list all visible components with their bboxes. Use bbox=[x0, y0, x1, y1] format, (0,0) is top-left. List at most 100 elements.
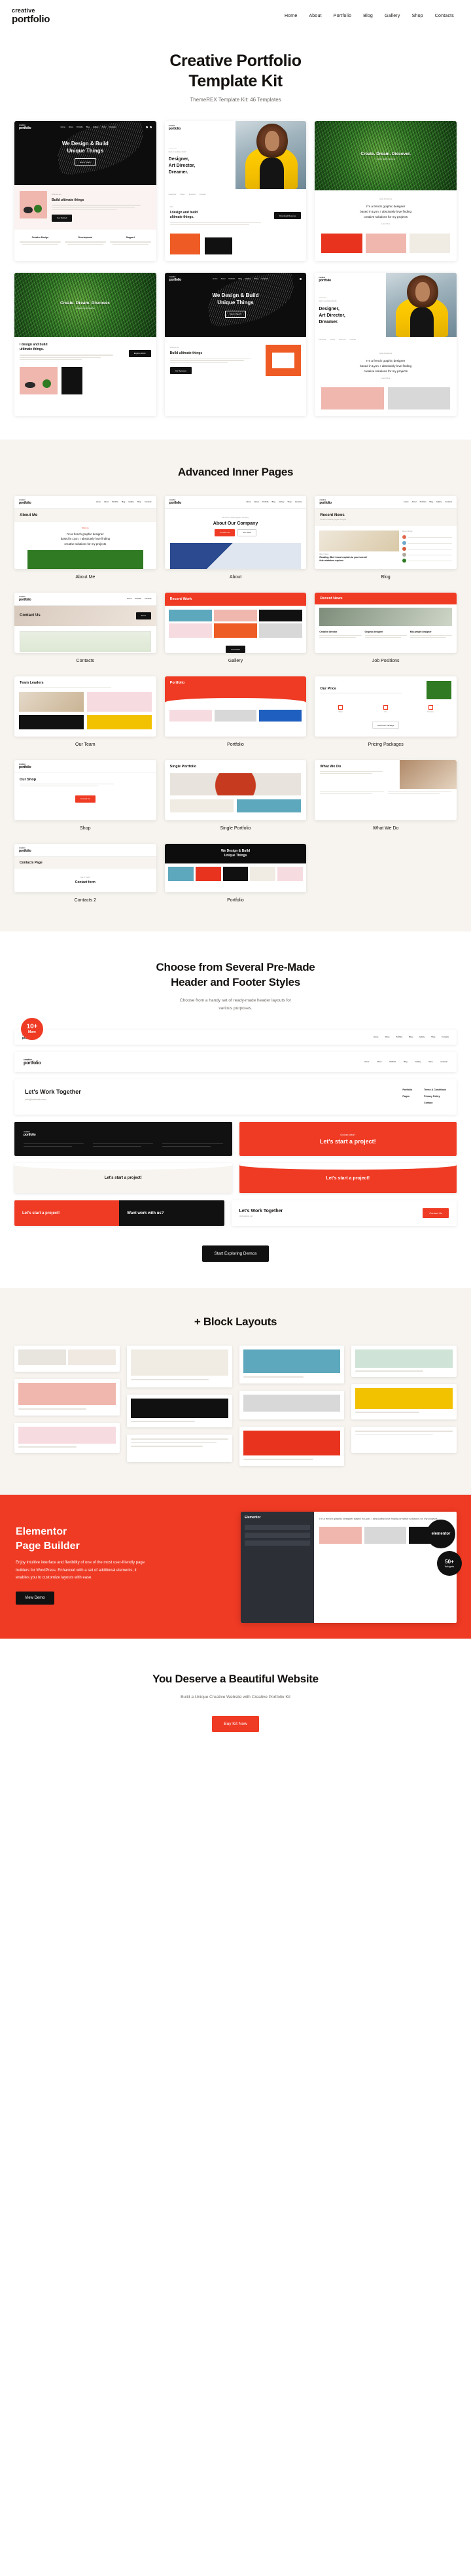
variant-nav[interactable]: Home About Portfolio Blog Gallery Shop Contact… bbox=[374, 1036, 449, 1038]
inner-page-item[interactable]: Team Leaders Our Team bbox=[14, 676, 156, 747]
v-nav-portfolio[interactable]: Portfolio bbox=[389, 1061, 396, 1063]
job-item[interactable]: Creative director bbox=[319, 631, 362, 638]
card-section-button[interactable]: Explore Work bbox=[128, 349, 151, 357]
inner-page-item[interactable]: Recent Work Load More Gallery bbox=[164, 592, 307, 663]
block-item[interactable] bbox=[14, 1379, 120, 1416]
v-nav-about[interactable]: About bbox=[377, 1061, 381, 1063]
template-card-leaves-2[interactable]: Create. Dream. Discover. creative graphi… bbox=[14, 273, 156, 416]
inner-page-item[interactable]: creative portfolio Our Shop Contact Us Sh… bbox=[14, 759, 156, 831]
social-dribbble[interactable]: Dribbble bbox=[350, 339, 357, 341]
v-nav-shop[interactable]: Shop bbox=[431, 1036, 435, 1038]
nav-item-portfolio[interactable]: Portfolio bbox=[334, 14, 351, 18]
social-behance[interactable]: Behance bbox=[339, 339, 345, 341]
footer-col-pages[interactable]: Pages bbox=[402, 1095, 412, 1099]
inner-page-item[interactable]: Our Price Basic Pro Premium See Price Pa… bbox=[315, 676, 457, 747]
footer-variant-wave-red[interactable]: Let's start a project! bbox=[239, 1163, 457, 1194]
about-button[interactable]: Learn More bbox=[321, 377, 450, 380]
site-logo[interactable]: creative portfolio bbox=[12, 7, 50, 24]
social-behance[interactable]: Behance bbox=[189, 194, 196, 196]
social-links[interactable]: Facebook Twitter Behance Dribbble bbox=[319, 339, 381, 341]
card-cta-button[interactable]: Get in Touch bbox=[74, 158, 96, 166]
template-card-dark-hero[interactable]: creative portfolio Home About Portfolio … bbox=[14, 121, 156, 262]
inner-page-item[interactable]: Single Portfolio Single Portfolio bbox=[164, 759, 307, 831]
v-nav-contacts[interactable]: Contacts bbox=[440, 1061, 447, 1063]
block-item[interactable] bbox=[14, 1423, 120, 1453]
see-price-button[interactable]: See Price Package bbox=[372, 722, 400, 729]
footer-variant-split[interactable]: Let's start a project! Want work with us… bbox=[14, 1200, 224, 1227]
inner-page-item[interactable]: creative portfolio Home Portfolio Contacts C… bbox=[14, 592, 156, 663]
nav-item-blog[interactable]: Blog bbox=[363, 14, 373, 18]
template-card-designer-2[interactable]: creative portfolio Hello, I am Elena Smi… bbox=[315, 273, 457, 416]
card-section-button[interactable]: Download Resume bbox=[273, 212, 302, 220]
inner-btn-secondary[interactable]: Our Work bbox=[237, 529, 256, 536]
header-variant-plain[interactable]: creativeportfolio HomeAboutPortfolioBlog… bbox=[14, 1030, 457, 1045]
block-item[interactable] bbox=[351, 1384, 457, 1420]
view-demo-button[interactable]: View Demo bbox=[16, 1591, 54, 1605]
block-item[interactable] bbox=[126, 1395, 232, 1428]
nav-item-shop[interactable]: Shop bbox=[412, 14, 423, 18]
v-nav-gallery[interactable]: Gallery bbox=[419, 1036, 425, 1038]
footer-email[interactable]: info@website.com bbox=[239, 1215, 283, 1218]
footer-variant-red[interactable]: Got an idea? Let's start a project! bbox=[239, 1121, 457, 1157]
block-item[interactable] bbox=[351, 1346, 457, 1378]
inner-send-button[interactable]: Send bbox=[135, 612, 151, 619]
block-item[interactable] bbox=[126, 1435, 232, 1463]
nav-item-about[interactable]: About bbox=[309, 14, 321, 18]
footer-email[interactable]: info@website.com bbox=[25, 1098, 81, 1102]
block-item[interactable] bbox=[239, 1427, 345, 1467]
header-variant-boxed[interactable]: creative portfolio Home About Portfolio Blog… bbox=[14, 1052, 457, 1073]
inner-page-item[interactable]: creative portfolio Contacts Page Get in T… bbox=[14, 843, 156, 903]
footer-col-terms[interactable]: Terms & Conditions bbox=[424, 1088, 446, 1092]
main-navigation[interactable]: Home About Portfolio Blog Gallery Shop C… bbox=[285, 14, 459, 18]
v-nav-gallery[interactable]: Gallery bbox=[415, 1061, 421, 1063]
nav-item-home[interactable]: Home bbox=[285, 14, 297, 18]
v-nav-contacts[interactable]: Contacts bbox=[442, 1036, 449, 1038]
buy-kit-now-button[interactable]: Buy Kit Now bbox=[212, 1715, 259, 1732]
block-item[interactable] bbox=[239, 1346, 345, 1384]
job-item[interactable]: Mid-weight designer bbox=[410, 631, 452, 638]
v-nav-shop[interactable]: Shop bbox=[428, 1061, 432, 1063]
footer-variant-wave-cream[interactable]: Let's start a project! bbox=[14, 1163, 232, 1194]
inner-page-item[interactable]: What We Do What We Do bbox=[315, 759, 457, 831]
footer-variant-contact[interactable]: Let's Work Together info@website.com Con… bbox=[231, 1200, 457, 1227]
footer-col-privacy[interactable]: Privacy Policy bbox=[424, 1095, 446, 1099]
job-item[interactable]: Graphic designer bbox=[364, 631, 407, 638]
v-nav-home[interactable]: Home bbox=[374, 1036, 378, 1038]
card-cta-button[interactable]: Get in Touch bbox=[224, 310, 247, 318]
block-item[interactable] bbox=[239, 1391, 345, 1420]
inner-page-item[interactable]: Recent News Creative director Graphic de… bbox=[315, 592, 457, 663]
contact-us-button[interactable]: Contact Us bbox=[423, 1208, 449, 1219]
v-nav-portfolio[interactable]: Portfolio bbox=[396, 1036, 402, 1038]
template-card-designer[interactable]: creative portfolio Hello, I am Elena Smi… bbox=[164, 121, 307, 262]
v-nav-blog[interactable]: Blog bbox=[409, 1036, 412, 1038]
inner-page-item[interactable]: creative portfolio Home About Portfolio Blog… bbox=[14, 495, 156, 580]
load-more-button[interactable]: Load More bbox=[225, 646, 246, 653]
shop-cta-button[interactable]: Contact Us bbox=[75, 795, 96, 803]
variant-nav[interactable]: Home About Portfolio Blog Gallery Shop Contact… bbox=[364, 1061, 447, 1063]
block-item[interactable] bbox=[14, 1346, 120, 1372]
social-facebook[interactable]: Facebook bbox=[169, 194, 176, 196]
social-twitter[interactable]: Twitter bbox=[330, 339, 336, 341]
inner-btn-primary[interactable]: Contact Us bbox=[215, 529, 236, 536]
nav-item-contacts[interactable]: Contacts bbox=[435, 14, 454, 18]
inner-page-item[interactable]: Portfolio Portfolio bbox=[164, 676, 307, 747]
inner-page-item[interactable]: creative portfolio Home About Portfolio Blog… bbox=[315, 495, 457, 580]
social-links[interactable]: Facebook Twitter Behance Dribbble bbox=[169, 194, 232, 196]
card-section-button[interactable]: Our Services bbox=[169, 367, 192, 375]
template-card-leaves[interactable]: Create. Dream. Discover. creative graphi… bbox=[315, 121, 457, 262]
footer-col-portfolio[interactable]: Portfolio bbox=[402, 1088, 412, 1092]
card-section-button[interactable]: Get Started bbox=[52, 214, 73, 222]
footer-col-contact[interactable]: Contact bbox=[424, 1102, 446, 1105]
start-exploring-demos-button[interactable]: Start Exploring Demos bbox=[202, 1245, 269, 1262]
v-nav-home[interactable]: Home bbox=[364, 1061, 369, 1063]
social-dribbble[interactable]: Dribbble bbox=[200, 194, 206, 196]
footer-variant-dark[interactable]: creative portfolio bbox=[14, 1121, 232, 1157]
v-nav-about[interactable]: About bbox=[385, 1036, 389, 1038]
social-twitter[interactable]: Twitter bbox=[180, 194, 185, 196]
template-card-dark-hero-2[interactable]: creative portfolio Home About Portfolio … bbox=[164, 273, 307, 416]
block-item[interactable] bbox=[351, 1427, 457, 1453]
nav-item-gallery[interactable]: Gallery bbox=[385, 14, 400, 18]
inner-page-item[interactable]: creative portfolio Home About Portfolio Blog… bbox=[164, 495, 307, 580]
footer-variant-light[interactable]: Let's Work Together info@website.com Por… bbox=[14, 1079, 457, 1115]
inner-page-item[interactable]: We Design & Build Unique Things Portfoli… bbox=[164, 843, 307, 903]
